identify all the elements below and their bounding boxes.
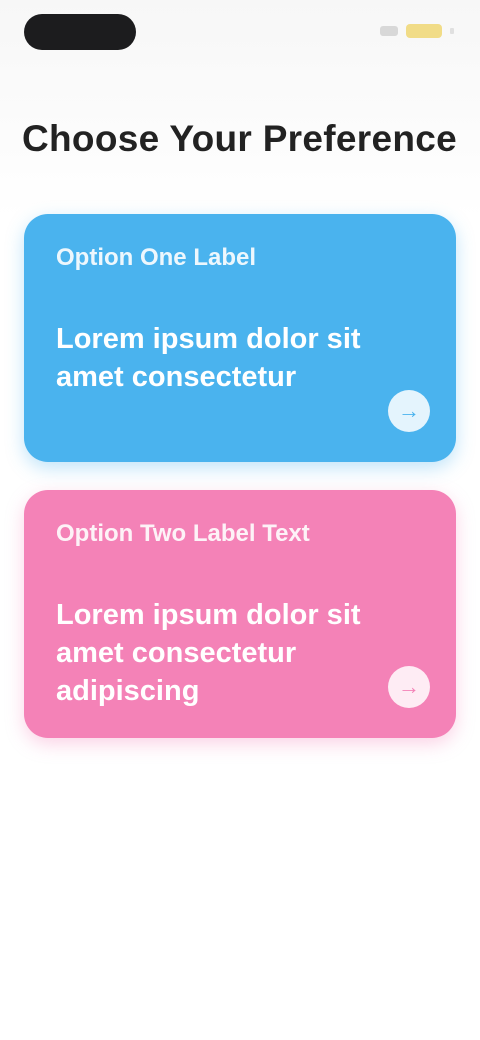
option-card-1[interactable]: Option One Label Lorem ipsum dolor sit a… [24, 214, 456, 462]
page-title: Choose Your Preference [22, 118, 457, 159]
option-card-2[interactable]: Option Two Label Text Lorem ipsum dolor … [24, 490, 456, 738]
card-headline: Lorem ipsum dolor sit amet consectetur a… [56, 599, 361, 707]
status-bar [0, 0, 480, 64]
battery-tip-icon [450, 28, 454, 34]
arrow-glyph: → [398, 398, 420, 423]
battery-icon [406, 24, 442, 38]
card-headline: Lorem ipsum dolor sit amet consectetur [56, 323, 361, 393]
arrow-right-icon[interactable]: → [388, 390, 430, 432]
card-eyebrow: Option One Label [56, 244, 257, 271]
arrow-right-icon[interactable]: → [388, 666, 430, 708]
card-eyebrow: Option Two Label Text [56, 520, 310, 547]
status-icons [380, 24, 454, 38]
dynamic-island [24, 14, 136, 50]
app-screen: Choose Your Preference Option One Label … [0, 0, 480, 1040]
signal-icon [380, 26, 398, 36]
arrow-glyph: → [398, 674, 420, 699]
